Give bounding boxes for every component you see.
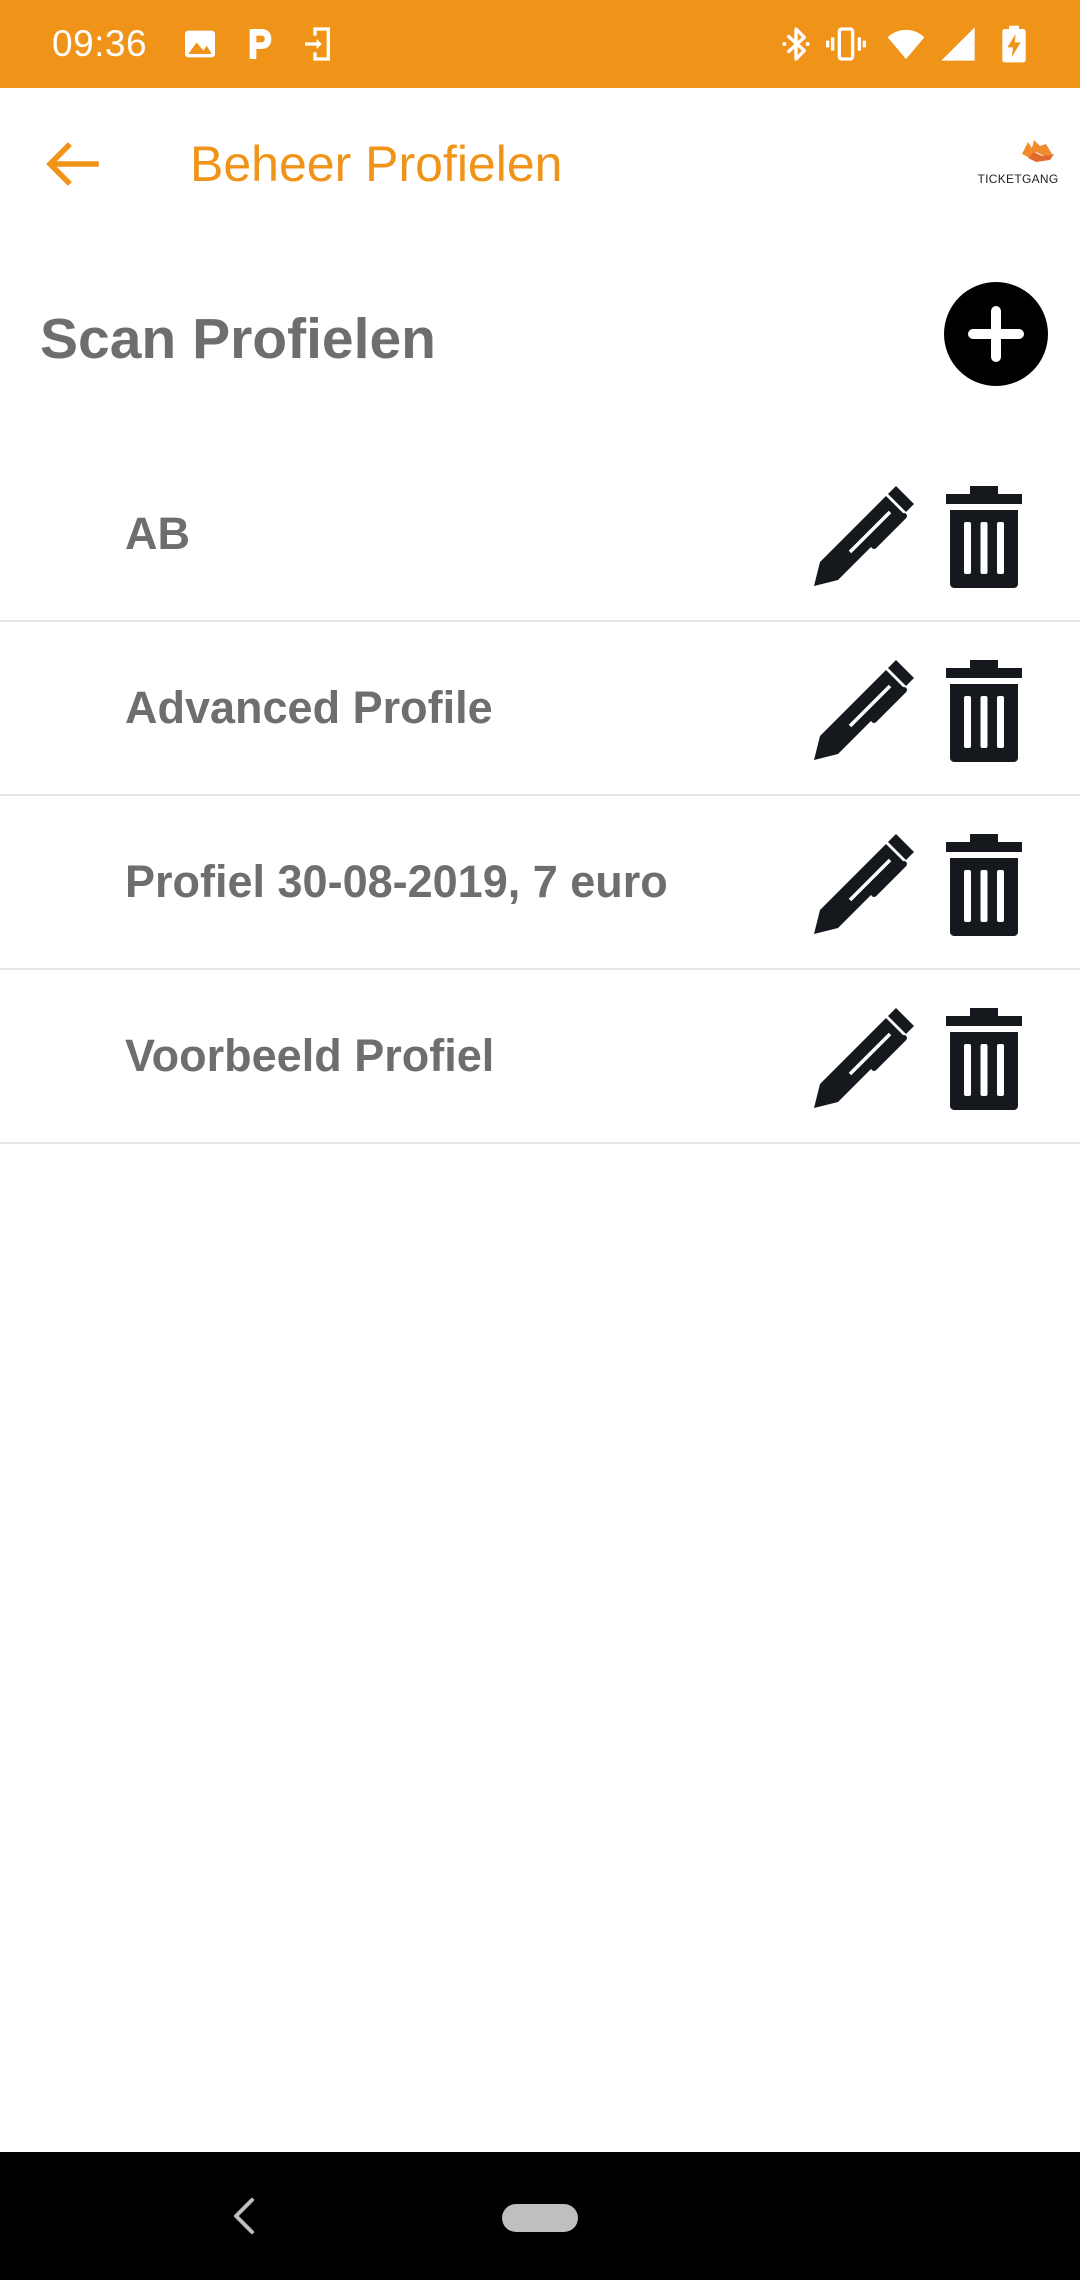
profile-name: Advanced Profile xyxy=(125,682,493,733)
profile-row[interactable]: Profiel 30-08-2019, 7 euro xyxy=(0,796,1080,970)
add-profile-button[interactable] xyxy=(944,282,1048,386)
status-time: 09:36 xyxy=(52,23,148,64)
brand-logo-text: TICKETGANG xyxy=(977,172,1059,186)
trash-icon xyxy=(946,660,1022,762)
profile-name: AB xyxy=(125,508,190,559)
plus-circle-icon xyxy=(968,306,1024,362)
pencil-icon xyxy=(814,660,914,760)
pencil-icon xyxy=(814,1008,914,1108)
signal-icon xyxy=(938,24,978,64)
home-pill-icon[interactable] xyxy=(502,2204,578,2232)
brand-logo: TICKETGANG xyxy=(976,132,1060,196)
vibrate-icon xyxy=(826,24,866,64)
battery-charging-icon xyxy=(994,24,1034,64)
logo-mark-icon xyxy=(1022,140,1054,162)
profile-list: AB Advanced Profile Profiel 30-08-2019, … xyxy=(0,448,1080,1144)
bluetooth-icon xyxy=(776,24,816,64)
nav-back-button[interactable] xyxy=(226,2192,262,2240)
image-icon xyxy=(180,24,220,64)
screen: 09:36 Beheer Profielen TICKETGANG Scan P… xyxy=(0,0,1080,2280)
delete-profile-button[interactable] xyxy=(944,1004,1024,1110)
back-button[interactable] xyxy=(30,132,110,196)
edit-profile-button[interactable] xyxy=(810,482,916,588)
pencil-icon xyxy=(814,834,914,934)
arrow-left-icon xyxy=(46,142,99,186)
edit-profile-button[interactable] xyxy=(810,656,916,762)
delete-profile-button[interactable] xyxy=(944,830,1024,936)
wifi-icon xyxy=(886,24,926,64)
trash-icon xyxy=(946,834,1022,936)
trash-icon xyxy=(946,1008,1022,1110)
edit-profile-button[interactable] xyxy=(810,830,916,936)
delete-profile-button[interactable] xyxy=(944,482,1024,588)
section-title: Scan Profielen xyxy=(40,307,436,371)
profile-row[interactable]: Advanced Profile xyxy=(0,622,1080,796)
edit-profile-button[interactable] xyxy=(810,1004,916,1110)
navigation-bar xyxy=(0,2152,1080,2280)
pencil-icon xyxy=(814,486,914,586)
app-bar: Beheer Profielen TICKETGANG xyxy=(0,88,1080,240)
profile-name: Voorbeeld Profiel xyxy=(125,1030,495,1081)
screen-cast-icon xyxy=(300,24,340,64)
nav-back-icon xyxy=(234,2198,254,2234)
trash-icon xyxy=(946,486,1022,588)
delete-profile-button[interactable] xyxy=(944,656,1024,762)
profile-name: Profiel 30-08-2019, 7 euro xyxy=(125,856,668,907)
page-title: Beheer Profielen xyxy=(190,136,563,192)
profile-row[interactable]: Voorbeeld Profiel xyxy=(0,970,1080,1144)
status-bar: 09:36 xyxy=(0,0,1080,88)
parking-icon xyxy=(238,24,278,64)
profile-row[interactable]: AB xyxy=(0,448,1080,622)
